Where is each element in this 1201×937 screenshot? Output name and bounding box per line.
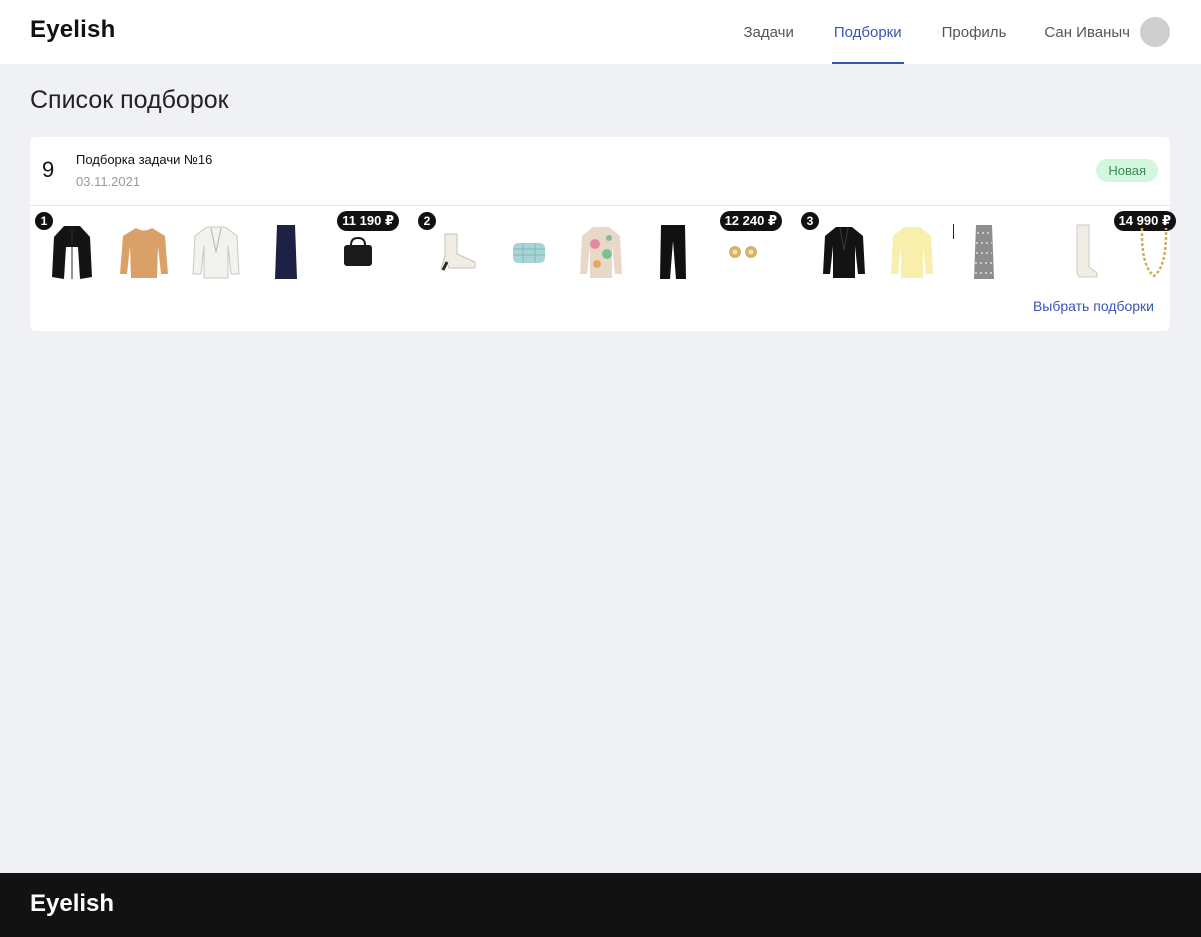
outfit-set-1[interactable]: 1 11 190 ₽ (30, 207, 413, 287)
top-header: Eyelish Задачи Подборки Профиль Сан Иван… (0, 0, 1201, 64)
black-blazer-icon[interactable] (816, 221, 872, 283)
navy-skirt-icon[interactable] (258, 221, 314, 283)
black-bag-icon[interactable] (330, 221, 386, 283)
mint-bag-icon[interactable] (501, 221, 557, 283)
nav-item-profile[interactable]: Профиль (940, 0, 1009, 64)
yellow-blouse-icon[interactable] (884, 221, 940, 283)
beige-sweater-icon[interactable] (116, 221, 172, 283)
avatar[interactable] (1140, 17, 1170, 47)
white-tall-boots-icon[interactable] (1056, 221, 1112, 283)
footer: Eyelish (0, 873, 1201, 937)
text-cursor (953, 224, 954, 239)
collection-sets: 1 11 190 ₽ 2 12 240 ₽ 3 14 990 ₽ (30, 207, 1176, 287)
collection-card[interactable]: 9 Подборка задачи №16 03.11.2021 Новая 1… (30, 137, 1176, 331)
nav-item-collections[interactable]: Подборки (831, 0, 904, 64)
gold-necklace-icon[interactable] (1126, 221, 1182, 283)
black-trousers-icon[interactable] (645, 221, 701, 283)
print-skirt-icon[interactable] (956, 221, 1012, 283)
choose-collections-link[interactable]: Выбрать подборки (1033, 298, 1154, 314)
white-boots-icon[interactable] (429, 221, 485, 283)
outfit-set-2[interactable]: 2 12 240 ₽ (413, 207, 796, 287)
user-name: Сан Иваныч (1044, 23, 1130, 41)
collection-card-header: 9 Подборка задачи №16 03.11.2021 Новая (30, 137, 1170, 206)
user-menu[interactable]: Сан Иваныч (1044, 0, 1170, 64)
outfit-set-3[interactable]: 3 14 990 ₽ (796, 207, 1179, 287)
main-nav: Задачи Подборки Профиль Сан Иваныч (741, 0, 1201, 64)
footer-logo[interactable]: Eyelish (30, 890, 114, 918)
black-coat-icon[interactable] (44, 221, 100, 283)
status-badge: Новая (1096, 159, 1158, 182)
collection-title[interactable]: Подборка задачи №16 (76, 152, 212, 167)
floral-jacket-icon[interactable] (573, 221, 629, 283)
collection-date: 03.11.2021 (76, 174, 141, 189)
nav-item-tasks[interactable]: Задачи (741, 0, 795, 64)
gold-earrings-icon[interactable] (715, 221, 771, 283)
logo[interactable]: Eyelish (30, 16, 115, 44)
white-jacket-icon[interactable] (188, 221, 244, 283)
collection-count: 9 (42, 157, 55, 182)
page-title: Список подборок (30, 86, 229, 114)
